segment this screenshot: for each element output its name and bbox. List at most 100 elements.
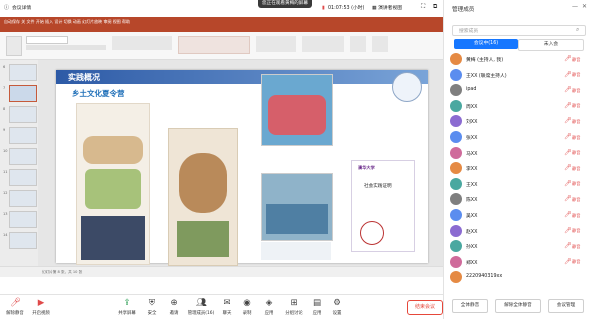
apps-label: 应用 — [264, 311, 274, 316]
mic-muted-icon[interactable]: 🎤︎ — [564, 71, 572, 78]
mic-muted-icon[interactable]: 🎤︎ — [564, 211, 572, 218]
mute-status: 静音 — [572, 259, 581, 265]
mic-muted-icon[interactable]: 🎤︎ — [564, 149, 572, 156]
share-icon: ⇪ — [123, 298, 131, 308]
designer-icon[interactable] — [372, 36, 388, 52]
thumb-number: 11 — [3, 170, 8, 174]
current-slide[interactable]: 实践概况 乡土文化夏令营 清华大学 社会实践证明 — [56, 70, 428, 266]
thumb-number: 12 — [3, 191, 8, 195]
mic-muted-icon[interactable]: 🎤︎ — [564, 55, 572, 62]
members-panel: 管理成员 — ✕ 搜索成员 ⌕ 会议中(16) 未入会 黄梅 (主持人, 我) 🎤… — [443, 0, 590, 319]
slide-thumbnail[interactable]: 7 — [3, 85, 37, 102]
meeting-timer: 01:07:53 (小时) — [328, 6, 365, 11]
member-list: 黄梅 (主持人, 我) 🎤︎ 静音 王XX (联席主持人) 🎤︎ 静音 ipad 🎤︎ 静音 周X… — [444, 51, 590, 291]
member-row[interactable]: 黄梅 (主持人, 我) 🎤︎ 静音 — [444, 51, 590, 68]
tab-waiting[interactable]: 未入会 — [518, 39, 584, 51]
mute-all-button[interactable]: 全体静音 — [452, 299, 488, 313]
mic-muted-icon[interactable]: 🎤︎ — [564, 117, 572, 124]
avatar — [450, 115, 462, 128]
unmute-label: 解除静音 — [6, 311, 24, 316]
paragraph-group[interactable] — [112, 36, 172, 50]
avatar — [450, 84, 462, 97]
mute-status: 静音 — [572, 165, 581, 171]
arrange-group[interactable] — [256, 36, 296, 52]
member-row[interactable]: 李XX 🎤︎ 静音 — [444, 160, 590, 177]
slide-editing-area: 实践概况 乡土文化夏令营 清华大学 社会实践证明 — [38, 60, 443, 266]
member-row[interactable]: 赵XX 🎤︎ 静音 — [444, 223, 590, 240]
minimize-icon[interactable]: — — [572, 3, 578, 10]
slide-thumbnail[interactable]: 14 — [3, 232, 37, 249]
member-row[interactable]: 郑XX 🎤︎ 静音 — [444, 254, 590, 271]
mic-muted-icon[interactable]: 🎤︎ — [564, 164, 572, 171]
mic-muted-icon[interactable]: 🎤︎ — [564, 258, 572, 265]
popout-icon[interactable]: ⧉ — [433, 3, 437, 11]
avatar — [450, 146, 462, 159]
font-format-buttons[interactable] — [26, 45, 106, 50]
security-label: 安全 — [147, 311, 157, 316]
paste-icon[interactable] — [6, 36, 22, 56]
mic-muted-icon[interactable]: 🎤︎ — [564, 227, 572, 234]
member-row[interactable]: 刘XX 🎤︎ 静音 — [444, 113, 590, 130]
slide-thumbnail[interactable]: 6 — [3, 64, 37, 81]
mic-muted-icon[interactable]: 🎤︎ — [564, 133, 572, 140]
meeting-details-button[interactable]: 会议详情 — [12, 4, 31, 11]
view-toggle[interactable]: ▦ 演讲者视图 — [372, 4, 402, 11]
avatar — [450, 99, 462, 112]
invite-label: 邀请 — [169, 311, 179, 316]
slide-thumbnail[interactable]: 11 — [3, 169, 37, 186]
members-label: 管理成员(16) — [187, 311, 215, 316]
member-name: 吴XX — [466, 214, 478, 219]
slide-thumbnail[interactable]: 8 — [3, 106, 37, 123]
slide-thumbnail[interactable]: 10 — [3, 148, 37, 165]
fullscreen-icon[interactable]: ⛶ — [421, 3, 425, 11]
slide-header-band — [56, 70, 428, 84]
tab-in-meeting[interactable]: 会议中(16) — [454, 39, 518, 49]
meeting-manage-button[interactable]: 会议管理 — [548, 299, 584, 313]
member-row[interactable]: 王XX 🎤︎ 静音 — [444, 176, 590, 193]
mute-status: 静音 — [572, 56, 581, 62]
thumb-number: 13 — [3, 212, 8, 216]
slide-thumbnail[interactable]: 9 — [3, 127, 37, 144]
ppt-menu-text: 自动保存 关 文件 开始 插入 设计 切换 动画 幻灯片放映 审阅 视图 帮助 — [4, 19, 130, 24]
mute-status: 静音 — [572, 103, 581, 109]
settings-button[interactable]: ⚙ 设置 — [322, 298, 352, 316]
member-row[interactable]: 吴XX 🎤︎ 静音 — [444, 207, 590, 224]
unmute-all-button[interactable]: 解除全体静音 — [495, 299, 541, 313]
member-row[interactable]: 孙XX 🎤︎ 静音 — [444, 238, 590, 255]
member-row[interactable]: 张XX 🎤︎ 静音 — [444, 129, 590, 146]
slide-subheader: 乡土文化夏令营 — [72, 89, 125, 98]
mic-muted-icon[interactable]: 🎤︎ — [564, 86, 572, 93]
thumb-number: 10 — [3, 149, 8, 153]
status-text: 幻灯片第 8 张，共 10 张 — [42, 270, 83, 274]
mic-muted-icon[interactable]: 🎤︎ — [564, 242, 572, 249]
member-name: 王XX — [466, 182, 478, 188]
mic-muted-icon[interactable]: 🎤︎ — [564, 102, 572, 109]
member-row[interactable]: ipad 🎤︎ 静音 — [444, 82, 590, 99]
shapes-gallery[interactable] — [178, 36, 250, 54]
certificate-school: 清华大学 — [358, 165, 375, 170]
member-row[interactable]: 陈XX 🎤︎ 静音 — [444, 191, 590, 208]
start-video-button[interactable]: ▶︎ 开启视频 — [26, 298, 56, 316]
share-notice: 您正在观看黄梅的屏幕 — [258, 0, 312, 8]
invite-icon: ⊕ — [170, 298, 178, 308]
mic-muted-icon[interactable]: 🎤︎ — [564, 195, 572, 202]
avatar — [450, 209, 462, 221]
certificate-image: 清华大学 社会实践证明 — [351, 160, 415, 252]
member-row[interactable]: 2220940319xx — [444, 269, 590, 286]
editing-group[interactable] — [302, 36, 344, 52]
info-icon[interactable]: ⓘ — [4, 4, 9, 11]
member-name: 赵XX — [466, 229, 478, 235]
slide-thumbnail[interactable]: 12 — [3, 190, 37, 207]
close-icon[interactable]: ✕ — [582, 3, 587, 10]
dictate-icon[interactable] — [350, 36, 366, 52]
member-name: 王XX (联席主持人) — [466, 73, 507, 79]
search-box[interactable]: 搜索成员 ⌕ — [452, 25, 586, 36]
member-row[interactable]: 马XX 🎤︎ 静音 — [444, 145, 590, 162]
member-row[interactable]: 周XX 🎤︎ 静音 — [444, 98, 590, 115]
mic-muted-icon[interactable]: 🎤︎ — [564, 180, 572, 187]
font-family-box[interactable] — [26, 36, 68, 44]
slide-thumbnail[interactable]: 13 — [3, 211, 37, 228]
member-row[interactable]: 王XX (联席主持人) 🎤︎ 静音 — [444, 67, 590, 84]
thumb-number: 14 — [3, 233, 8, 237]
end-meeting-button[interactable]: 结束会议 — [407, 300, 443, 315]
